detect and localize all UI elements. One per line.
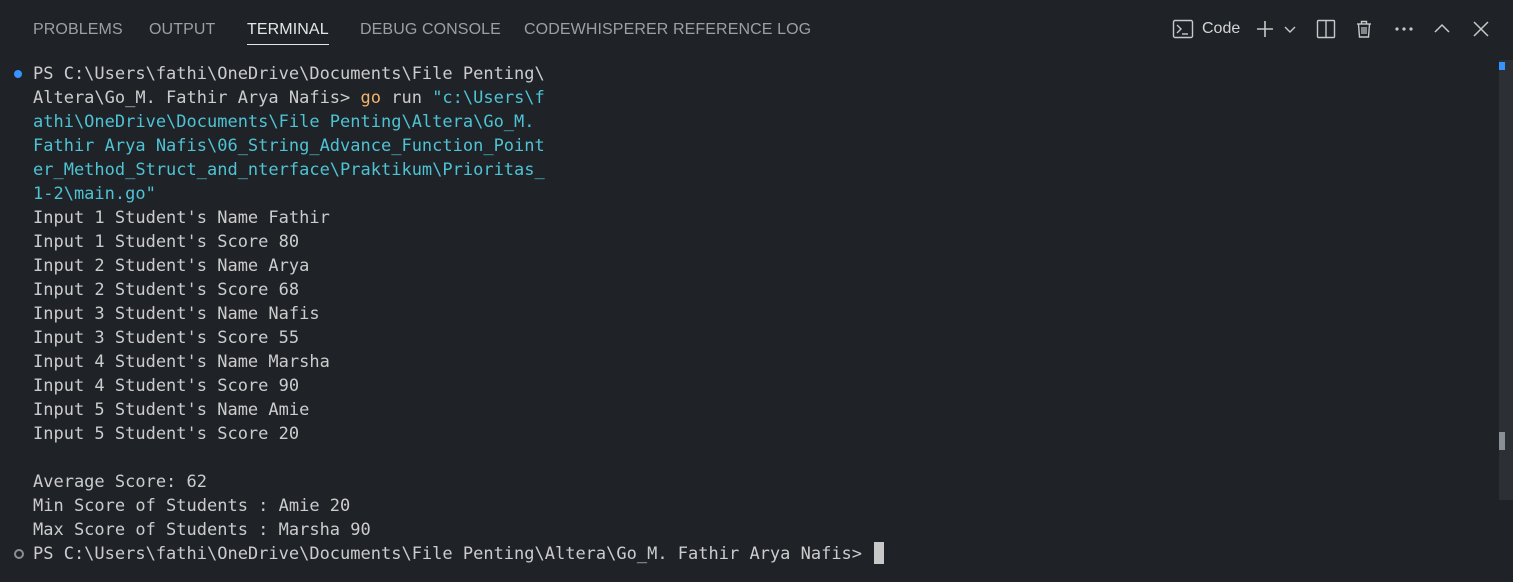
current-prompt: PS C:\Users\fathi\OneDrive\Documents\Fil… [33, 544, 873, 564]
terminal-scrollbar[interactable] [1499, 60, 1513, 582]
command-keyword: go [360, 88, 381, 108]
panel-tab-bar: PROBLEMS OUTPUT TERMINAL DEBUG CONSOLE C… [0, 0, 1513, 60]
kill-terminal-button[interactable] [1354, 15, 1374, 43]
tab-terminal[interactable]: TERMINAL [247, 19, 329, 45]
chevron-up-icon [1433, 20, 1451, 38]
output-line: Input 3 Student's Score 55 [33, 328, 300, 348]
command-argument: "c:\Users\f [432, 88, 545, 108]
plus-icon [1255, 19, 1275, 39]
output-line: Input 2 Student's Score 68 [33, 280, 300, 300]
split-icon [1316, 19, 1336, 39]
terminal-profile-button[interactable]: Code [1172, 15, 1240, 43]
output-line: Input 4 Student's Score 90 [33, 376, 300, 396]
output-line: Input 4 Student's Name Marsha [33, 352, 330, 372]
tab-debug-console[interactable]: DEBUG CONSOLE [360, 19, 501, 41]
scrollbar-decoration [1499, 62, 1505, 70]
terminal-profile-label: Code [1202, 20, 1241, 37]
terminal-panel: PROBLEMS OUTPUT TERMINAL DEBUG CONSOLE C… [0, 0, 1513, 582]
output-line: Input 2 Student's Name Arya [33, 256, 310, 276]
tab-problems[interactable]: PROBLEMS [33, 19, 123, 41]
terminal-cursor [874, 542, 885, 564]
command-success-dot[interactable] [14, 70, 22, 78]
maximize-panel-button[interactable] [1433, 15, 1451, 43]
prompt-line: PS C:\Users\fathi\OneDrive\Documents\Fil… [33, 64, 545, 84]
command-argument-line: 1-2\main.go" [33, 184, 156, 204]
prompt-path: Altera\Go_M. Fathir Arya Nafis> [33, 88, 361, 108]
tab-output[interactable]: OUTPUT [149, 19, 215, 41]
split-terminal-button[interactable] [1316, 15, 1336, 43]
tab-codewhisperer-reference-log[interactable]: CODEWHISPERER REFERENCE LOG [524, 19, 811, 41]
terminal-dropdown-button[interactable] [1283, 15, 1297, 43]
output-line: Input 1 Student's Score 80 [33, 232, 300, 252]
scrollbar-thumb[interactable] [1499, 432, 1505, 450]
close-icon [1472, 20, 1490, 38]
output-line: Input 5 Student's Score 20 [33, 424, 300, 444]
output-line: Input 5 Student's Name Amie [33, 400, 310, 420]
more-actions-button[interactable] [1393, 15, 1415, 43]
pending-command-dot[interactable] [14, 549, 24, 559]
more-icon [1393, 19, 1415, 39]
command-argument-line: athi\OneDrive\Documents\File Penting\Alt… [33, 112, 535, 132]
command-subcommand: run [381, 88, 433, 108]
command-argument-line: Fathir Arya Nafis\06_String_Advance_Func… [33, 136, 545, 156]
trash-icon [1354, 19, 1374, 39]
output-line: Input 3 Student's Name Nafis [33, 304, 320, 324]
terminal-icon [1172, 19, 1194, 39]
new-terminal-button[interactable] [1255, 15, 1275, 43]
terminal-output[interactable]: PS C:\Users\fathi\OneDrive\Documents\Fil… [0, 62, 1500, 582]
chevron-down-icon [1283, 22, 1297, 36]
command-argument-line: er_Method_Struct_and_nterface\Praktikum\… [33, 160, 545, 180]
output-line: Min Score of Students : Amie 20 [33, 496, 351, 516]
output-line: Average Score: 62 [33, 472, 207, 492]
output-line: Max Score of Students : Marsha 90 [33, 520, 371, 540]
prompt-command-line: Altera\Go_M. Fathir Arya Nafis> go run "… [33, 86, 545, 110]
close-panel-button[interactable] [1472, 15, 1490, 43]
output-line: Input 1 Student's Name Fathir [33, 208, 330, 228]
current-prompt-line[interactable]: PS C:\Users\fathi\OneDrive\Documents\Fil… [33, 542, 885, 566]
